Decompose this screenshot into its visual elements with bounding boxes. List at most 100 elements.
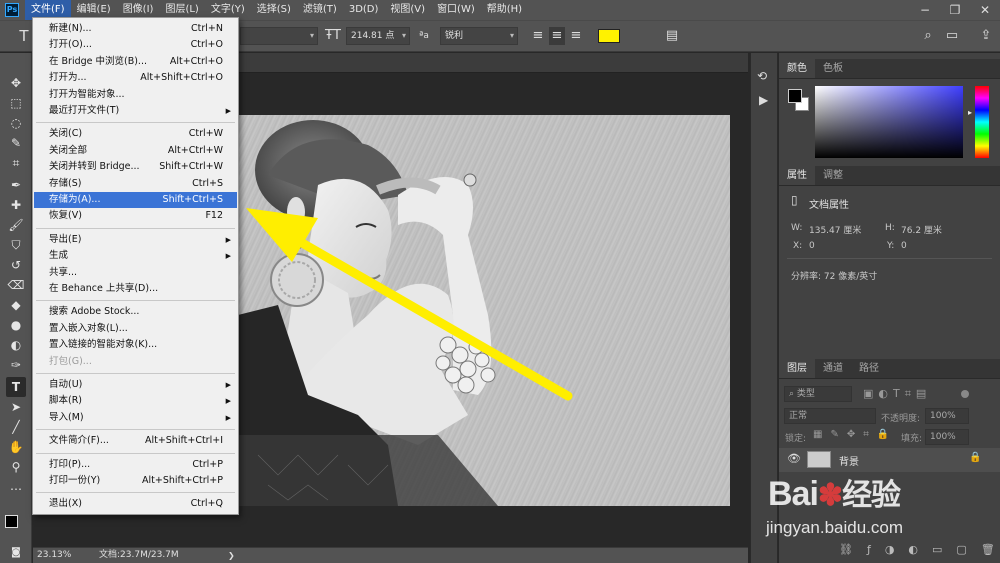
lock-icons[interactable]: ▦✎✥⌗🔒 xyxy=(813,429,897,440)
file-menu-item-label: 退出(X) xyxy=(49,498,82,510)
file-menu-item-label: 新建(N)... xyxy=(49,23,92,34)
file-menu-item[interactable]: 恢复(V) F12 xyxy=(34,208,237,224)
file-menu-item-label: 打印(P)... xyxy=(49,458,91,470)
hue-slider[interactable] xyxy=(975,86,989,158)
history-panel-icon[interactable]: ⟲ xyxy=(757,69,767,83)
properties-divider xyxy=(787,258,992,259)
menu-separator xyxy=(36,492,235,494)
width-value[interactable]: 135.47 厘米 xyxy=(809,223,861,236)
layer-visibility-eye-icon[interactable]: 👁 xyxy=(787,452,801,465)
panel-foreground-swatch[interactable] xyxy=(788,89,802,103)
file-menu-item-shortcut: Alt+Shift+Ctrl+O xyxy=(140,72,223,84)
file-menu-item-label: 置入嵌入对象(L)... xyxy=(49,322,128,334)
file-menu-item[interactable]: 打开为智能对象... xyxy=(34,87,237,103)
layer-filter-select[interactable]: ⌕ 类型 xyxy=(784,386,852,402)
file-menu-item[interactable]: 关闭全部 Alt+Ctrl+W xyxy=(34,143,237,159)
tab-color[interactable]: 颜色 xyxy=(779,59,815,78)
menu-separator xyxy=(36,373,235,374)
file-menu-item-shortcut: Alt+Ctrl+O xyxy=(169,55,223,67)
file-menu-item[interactable]: 共享... xyxy=(34,265,237,281)
file-menu-item[interactable]: 关闭(C) Ctrl+W xyxy=(34,126,237,142)
file-menu-item-label: 脚本(R) xyxy=(49,395,83,407)
x-value[interactable]: 0 xyxy=(809,241,815,251)
submenu-arrow-icon: ▶ xyxy=(225,413,231,422)
blend-mode-select[interactable]: 正常 xyxy=(784,408,876,424)
file-menu-item[interactable]: 存储(S) Ctrl+S xyxy=(34,176,237,192)
file-menu-item-label: 关闭(C) xyxy=(49,128,83,140)
file-menu-item[interactable]: 置入链接的智能对象(K)... xyxy=(34,337,237,353)
tab-properties[interactable]: 属性 xyxy=(779,166,815,185)
file-menu-item-shortcut: Alt+Shift+Ctrl+P xyxy=(142,475,223,486)
filter-toggle-icon[interactable] xyxy=(961,390,969,398)
file-menu-item[interactable]: 存储为(A)... Shift+Ctrl+S xyxy=(34,192,237,208)
file-menu-item-label: 打开为智能对象... xyxy=(49,88,125,100)
actions-play-icon[interactable]: ▶ xyxy=(759,93,768,107)
file-menu-item-label: 恢复(V) xyxy=(49,210,82,222)
file-menu-item[interactable]: 打开为... Alt+Shift+Ctrl+O xyxy=(34,70,237,86)
lock-label: 锁定: xyxy=(785,434,807,444)
file-menu-item-shortcut: Shift+Ctrl+S xyxy=(162,194,223,205)
file-menu-item-label: 在 Behance 上共享(D)... xyxy=(49,283,159,294)
file-menu-item[interactable]: 新建(N)... Ctrl+N xyxy=(34,21,237,37)
layers-panel-tabs: 图层 通道 路径 xyxy=(779,359,1000,379)
file-menu-item-label: 在 Bridge 中浏览(B)... xyxy=(49,55,147,67)
layer-row-background[interactable]: 👁 背景 🔒 xyxy=(779,448,1000,472)
height-label: H: xyxy=(885,223,895,233)
height-value[interactable]: 76.2 厘米 xyxy=(901,223,942,236)
properties-section-title: 文档属性 xyxy=(809,200,849,211)
file-menu-item[interactable]: 在 Bridge 中浏览(B)... Alt+Ctrl+O xyxy=(34,54,237,70)
tab-layers[interactable]: 图层 xyxy=(779,359,815,378)
file-menu-item[interactable]: 关闭并转到 Bridge... Shift+Ctrl+W xyxy=(34,159,237,175)
watermark-url: jingyan.baidu.com xyxy=(766,518,904,537)
file-menu-item[interactable]: 在 Behance 上共享(D)... xyxy=(34,281,237,297)
file-menu-item[interactable]: 导入(M) ▶ xyxy=(34,410,237,426)
file-menu-item[interactable]: 搜索 Adobe Stock... xyxy=(34,304,237,320)
file-menu-item[interactable]: 置入嵌入对象(L)... xyxy=(34,321,237,337)
layer-thumbnail xyxy=(807,451,831,468)
tab-swatches[interactable]: 色板 xyxy=(815,59,851,78)
file-menu-item[interactable]: 退出(X) Ctrl+Q xyxy=(34,496,237,512)
layer-filter-icons[interactable]: ▣◐T⌗▤ xyxy=(863,387,931,401)
paw-icon: ✽ xyxy=(817,479,843,512)
file-menu-item[interactable]: 最近打开文件(T) ▶ xyxy=(34,103,237,119)
document-properties-icon: ▯ xyxy=(791,193,798,207)
file-menu-item[interactable]: 打开(O)... Ctrl+O xyxy=(34,37,237,53)
submenu-arrow-icon: ▶ xyxy=(225,107,231,115)
tab-paths[interactable]: 路径 xyxy=(851,359,887,378)
layer-name[interactable]: 背景 xyxy=(839,453,859,468)
tab-channels[interactable]: 通道 xyxy=(815,359,851,378)
fill-field[interactable]: 100% xyxy=(925,429,969,445)
file-menu-item-label: 打印一份(Y) xyxy=(49,475,101,486)
file-menu-item[interactable]: 生成 ▶ xyxy=(34,248,237,264)
layer-filter-label: 类型 xyxy=(796,389,815,399)
menu-separator xyxy=(36,300,235,302)
file-menu-item-label: 搜索 Adobe Stock... xyxy=(49,306,140,318)
file-menu-item-label: 导出(E) xyxy=(49,233,82,245)
y-value[interactable]: 0 xyxy=(901,241,907,251)
tab-adjustments[interactable]: 调整 xyxy=(815,166,851,185)
file-menu-item-shortcut: Ctrl+O xyxy=(190,39,223,51)
watermark-brand-2: 经验 xyxy=(842,479,901,512)
menu-separator xyxy=(36,122,235,124)
file-menu-item: 打包(G)... xyxy=(34,354,237,370)
color-picker-field[interactable] xyxy=(815,86,963,158)
file-menu-item[interactable]: 导出(E) ▶ xyxy=(34,232,237,248)
layers-bottom-toolbar-icons[interactable]: ⛓ƒ◑◐▭▢🗑 xyxy=(839,543,1000,556)
file-menu-item[interactable]: 打印一份(Y) Alt+Shift+Ctrl+P xyxy=(34,473,237,489)
file-menu-item-shortcut: Ctrl+Q xyxy=(190,498,223,510)
layer-lock-icon: 🔒 xyxy=(969,452,982,463)
hue-slider-thumb-icon[interactable]: ▸ xyxy=(968,108,972,117)
file-menu-item[interactable]: 自动(U) ▶ xyxy=(34,377,237,393)
file-menu-item-label: 存储为(A)... xyxy=(49,194,101,205)
blend-mode-value: 正常 xyxy=(789,411,808,421)
file-menu-item-label: 自动(U) xyxy=(49,379,83,390)
file-menu-item[interactable]: 文件简介(F)... Alt+Shift+Ctrl+I xyxy=(34,433,237,449)
file-menu-item-label: 生成 xyxy=(49,250,69,262)
file-menu-item-shortcut: Shift+Ctrl+W xyxy=(159,161,223,173)
opacity-value: 100% xyxy=(930,411,956,421)
opacity-field[interactable]: 100% xyxy=(925,408,969,424)
file-menu-item[interactable]: 打印(P)... Ctrl+P xyxy=(34,457,237,473)
file-menu-item[interactable]: 脚本(R) ▶ xyxy=(34,393,237,409)
submenu-arrow-icon: ▶ xyxy=(225,397,231,406)
properties-panel-tabs: 属性 调整 xyxy=(779,166,1000,186)
